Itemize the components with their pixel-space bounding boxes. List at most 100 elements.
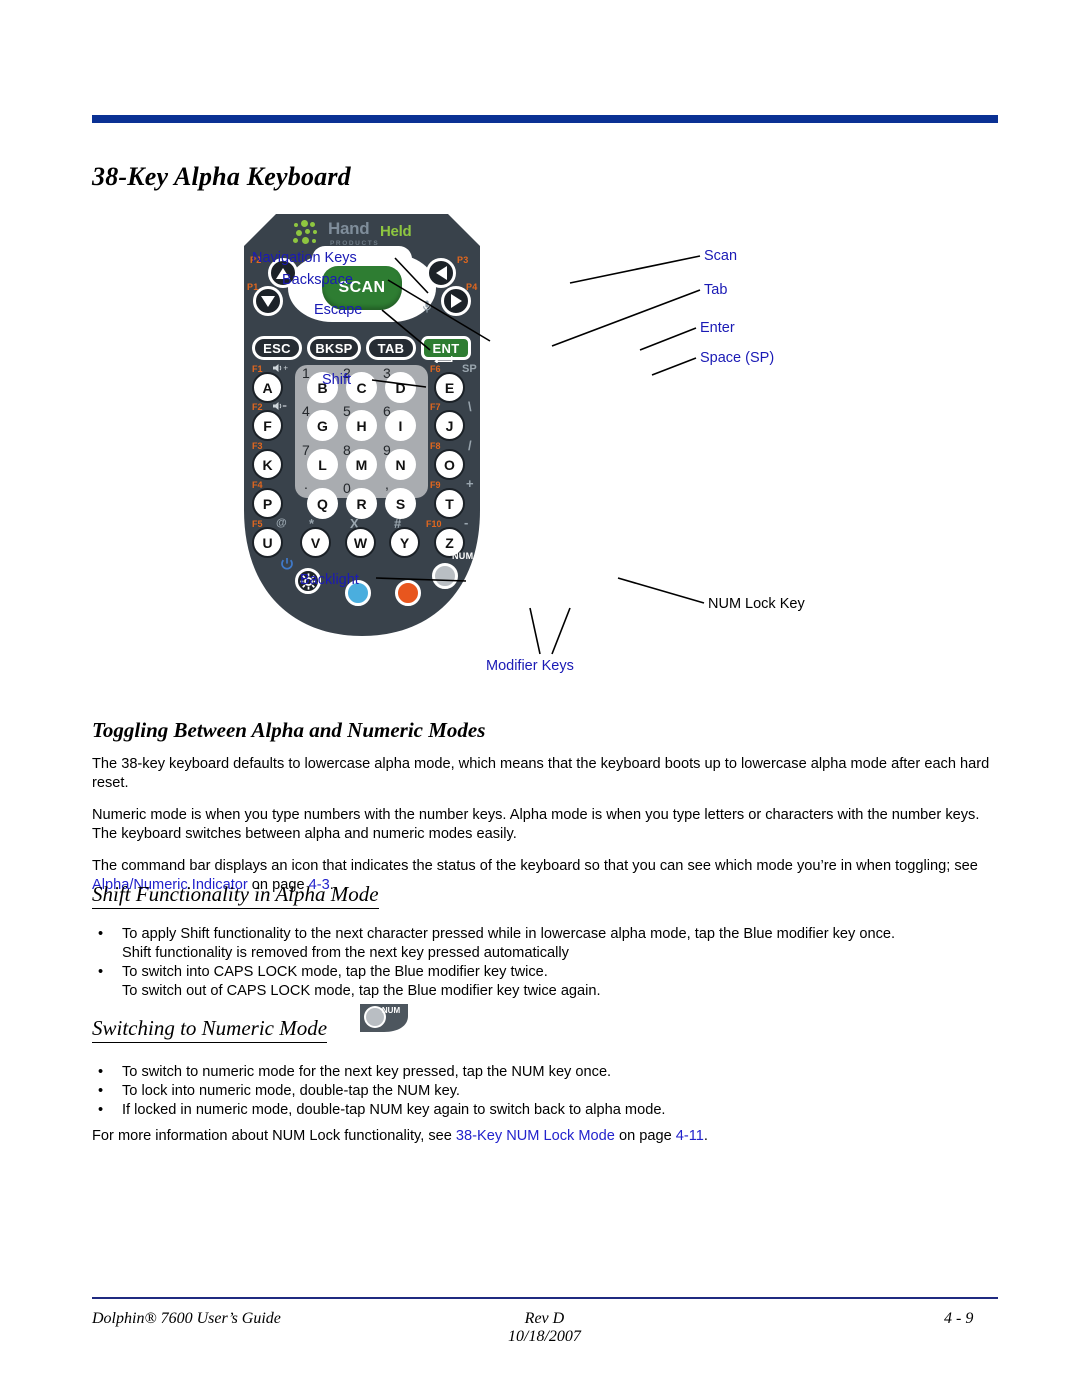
label-at: @ bbox=[276, 517, 287, 529]
bullet-numeric-1-text: To switch to numeric mode for the next k… bbox=[122, 1064, 612, 1080]
bullet-glyph: • bbox=[98, 1102, 104, 1118]
key-a[interactable]: A bbox=[254, 374, 281, 401]
callout-enter: Enter bbox=[700, 320, 735, 336]
label-slash: / bbox=[468, 438, 472, 453]
key-e[interactable]: E bbox=[436, 374, 463, 401]
closing-mid: on page bbox=[614, 1128, 676, 1144]
bullet-shift-1-line1: To apply Shift functionality to the next… bbox=[122, 926, 896, 942]
enter-key-label: ENT bbox=[432, 340, 460, 356]
logo-hand-text: Hand bbox=[328, 219, 370, 238]
footer-rev: Rev D bbox=[524, 1310, 565, 1327]
bullet-shift-2-line2: To switch out of CAPS LOCK mode, tap the… bbox=[122, 983, 601, 999]
label-sp: SP bbox=[462, 363, 477, 375]
key-g[interactable]: G bbox=[309, 412, 336, 439]
key-i[interactable]: I bbox=[387, 412, 414, 439]
key-l[interactable]: L bbox=[309, 451, 336, 478]
footer-rule bbox=[92, 1297, 998, 1299]
link-page-4-11[interactable]: 4-11 bbox=[676, 1128, 704, 1144]
key-c[interactable]: C bbox=[348, 374, 375, 401]
bullet-glyph: • bbox=[98, 1083, 104, 1099]
power-icon bbox=[281, 558, 293, 570]
label-f1: F1 bbox=[252, 364, 263, 374]
svg-text:+: + bbox=[283, 364, 288, 373]
key-v[interactable]: V bbox=[302, 529, 329, 556]
numlabel-4: 4 bbox=[302, 403, 310, 419]
tab-key[interactable]: TAB bbox=[366, 336, 416, 360]
callout-scan: Scan bbox=[704, 248, 738, 264]
key-m[interactable]: M bbox=[348, 451, 375, 478]
numlabel-comma: , bbox=[385, 476, 389, 492]
microphone-icon bbox=[423, 300, 431, 313]
key-k[interactable]: K bbox=[254, 451, 281, 478]
microphone-dot-icon bbox=[412, 307, 418, 313]
keyboard-figure: Hand Held PRODUCTS SCAN P1 P2 P3 P4 ESC … bbox=[240, 210, 840, 690]
volume-up-icon: + bbox=[273, 364, 288, 373]
link-38-key-num-lock-mode[interactable]: 38-Key NUM Lock Mode bbox=[456, 1128, 615, 1144]
bullet-shift-1-line2: Shift functionality is removed from the … bbox=[122, 945, 569, 961]
numlabel-period: . bbox=[304, 476, 308, 492]
bullet-glyph: • bbox=[98, 1064, 104, 1080]
label-p3: P3 bbox=[457, 255, 469, 265]
enter-arrow-icon bbox=[433, 355, 452, 363]
key-u[interactable]: U bbox=[254, 529, 281, 556]
num-key-inline-icon: NUM bbox=[358, 1002, 410, 1034]
svg-text:NUM: NUM bbox=[382, 1006, 401, 1015]
callout-tab: Tab bbox=[704, 282, 728, 298]
heading-shift-functionality: Shift Functionality in Alpha Mode bbox=[92, 882, 379, 909]
key-y[interactable]: Y bbox=[391, 529, 418, 556]
esc-key[interactable]: ESC bbox=[252, 336, 302, 360]
bullet-shift-1: • To apply Shift functionality to the ne… bbox=[98, 925, 998, 963]
label-backslash: \ bbox=[468, 399, 472, 414]
closing-before: For more information about NUM Lock func… bbox=[92, 1128, 456, 1144]
footer-page-number: 4 - 9 bbox=[944, 1310, 974, 1327]
num-lock-label: NUM bbox=[452, 551, 474, 561]
footer-center-text: Rev D 10/18/2007 bbox=[508, 1310, 581, 1346]
volume-down-icon bbox=[273, 402, 287, 410]
label-f9: F9 bbox=[430, 480, 441, 490]
bullet-numeric-3-text: If locked in numeric mode, double-tap NU… bbox=[122, 1102, 666, 1118]
key-f[interactable]: F bbox=[254, 412, 281, 439]
bksp-key[interactable]: BKSP bbox=[307, 336, 361, 360]
label-p4: P4 bbox=[466, 282, 478, 292]
label-f4: F4 bbox=[252, 480, 263, 490]
callout-escape: Escape bbox=[314, 302, 363, 318]
num-lock-key[interactable] bbox=[432, 563, 458, 589]
numlabel-1: 1 bbox=[302, 365, 310, 381]
label-f3: F3 bbox=[252, 441, 263, 451]
nav-key-left[interactable] bbox=[426, 258, 456, 288]
key-t[interactable]: T bbox=[436, 490, 463, 517]
key-h[interactable]: H bbox=[348, 412, 375, 439]
label-plus: + bbox=[466, 476, 474, 491]
key-s[interactable]: S bbox=[387, 490, 414, 517]
heading-switching-numeric: Switching to Numeric Mode bbox=[92, 1016, 328, 1043]
numlabel-7: 7 bbox=[302, 442, 310, 458]
key-o[interactable]: O bbox=[436, 451, 463, 478]
label-f5: F5 bbox=[252, 519, 263, 529]
key-p[interactable]: P bbox=[254, 490, 281, 517]
key-w[interactable]: W bbox=[347, 529, 374, 556]
label-p1: P1 bbox=[247, 282, 259, 292]
bullet-glyph: • bbox=[98, 926, 104, 942]
key-n[interactable]: N bbox=[387, 451, 414, 478]
footer-date: 10/18/2007 bbox=[508, 1328, 581, 1345]
bullet-numeric-2-text: To lock into numeric mode, double-tap th… bbox=[122, 1083, 460, 1099]
key-j[interactable]: J bbox=[436, 412, 463, 439]
numlabel-0: 0 bbox=[343, 480, 351, 496]
footer-left-text: Dolphin® 7600 User’s Guide bbox=[92, 1310, 281, 1327]
key-r[interactable]: R bbox=[348, 490, 375, 517]
enter-key[interactable]: ENT bbox=[421, 336, 471, 363]
key-q[interactable]: Q bbox=[309, 490, 336, 517]
label-f2: F2 bbox=[252, 402, 263, 412]
key-d[interactable]: D bbox=[387, 374, 414, 401]
callout-backlight: Backlight bbox=[300, 572, 359, 588]
paragraph-toggling-2: Numeric mode is when you type numbers wi… bbox=[92, 807, 980, 842]
callout-navigation-keys: Navigation Keys bbox=[252, 250, 357, 266]
callout-space: Space (SP) bbox=[700, 350, 775, 366]
paragraph-toggling-3-before: The command bar displays an icon that in… bbox=[92, 858, 978, 874]
orange-modifier-key[interactable] bbox=[395, 580, 421, 606]
bullet-glyph: • bbox=[98, 964, 104, 980]
bullet-numeric-2: • To lock into numeric mode, double-tap … bbox=[98, 1082, 998, 1101]
closing-after: . bbox=[703, 1128, 708, 1144]
label-f8: F8 bbox=[430, 441, 441, 451]
callout-backspace: Backspace bbox=[282, 272, 353, 288]
